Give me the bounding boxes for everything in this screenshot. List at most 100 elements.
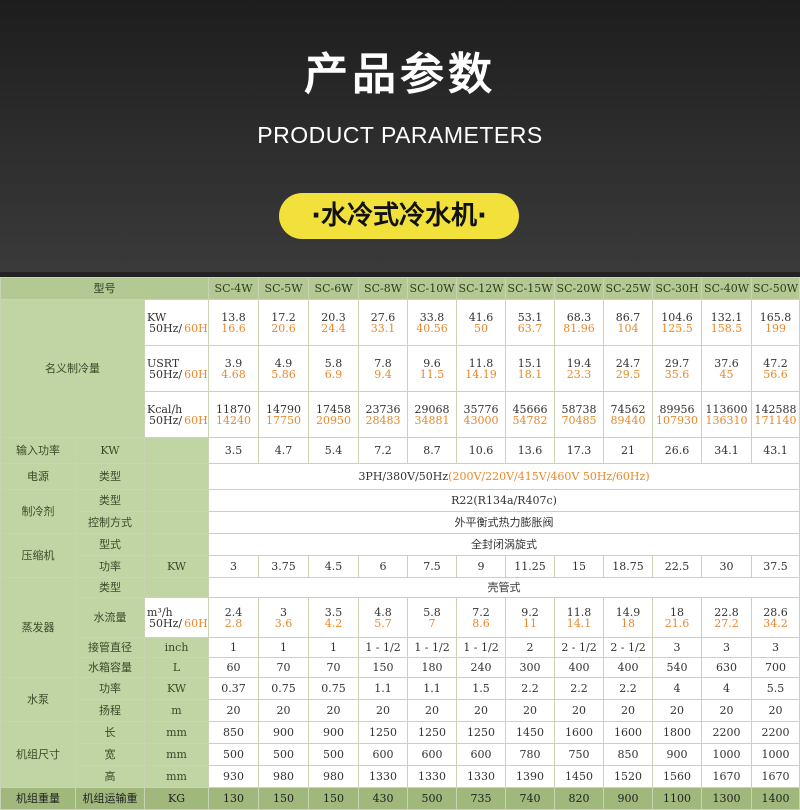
value-60hz: 89440: [610, 413, 646, 427]
control-label: 控制方式: [75, 511, 145, 534]
value-60hz: 33.1: [370, 321, 396, 335]
value-cell: 8.7: [407, 437, 458, 464]
value-50hz: 89956: [659, 402, 695, 416]
value-50hz: 41.6: [468, 310, 494, 324]
value-cell: 2.2: [505, 677, 556, 700]
value-60hz: 40.56: [416, 321, 448, 335]
value-cell: 18.75: [603, 555, 654, 578]
value-50hz: 5.8: [324, 356, 343, 370]
refrigerant-type-row: 制冷剂 类型 R22(R134a/R407c): [0, 489, 800, 534]
model-name: SC-50W: [751, 277, 800, 300]
unit-cell: m³/h50Hz/60Hz: [143, 597, 210, 638]
value-50hz: 165.8: [759, 310, 792, 324]
value-pair: 22.8 27.2: [703, 607, 751, 629]
value-cell: 142588 171140: [751, 391, 800, 438]
value-50hz: 7.8: [374, 356, 392, 370]
value-cell: 132.1 158.5: [701, 299, 753, 346]
value-60hz: 50: [474, 321, 489, 335]
model-name: SC-12W: [456, 277, 507, 300]
value-cell: 735: [456, 787, 507, 810]
value-pair: 3.9 4.68: [210, 358, 258, 381]
value-cell: 1250: [456, 721, 507, 744]
value-cell: 500: [308, 743, 360, 766]
value-cell: 70: [258, 657, 310, 678]
value-pair: 104.6 125.5: [654, 310, 701, 335]
value-50hz: 45666: [512, 402, 548, 416]
value-50hz: 23736: [365, 402, 401, 416]
value-cell: 750: [554, 743, 605, 766]
value-pair: 28.6 34.2: [753, 607, 799, 630]
model-label: 型号: [0, 277, 210, 300]
value-50hz: 142588: [754, 402, 797, 416]
value-cell: 20: [407, 699, 458, 722]
model-name: SC-20W: [554, 277, 605, 300]
unit-cell: [143, 463, 210, 490]
unit-label: KW: [147, 310, 167, 324]
value-cell: 3.9 4.68: [208, 345, 260, 392]
value-50hz: 104.6: [661, 310, 693, 324]
value-60hz: 34.2: [763, 616, 788, 630]
value-60hz: 56.6: [763, 367, 788, 381]
value-cell: 2.4 2.8: [208, 597, 260, 638]
value-cell: 540: [652, 657, 703, 678]
value-60hz: 125.5: [661, 321, 693, 335]
value-cell: 1450: [505, 721, 556, 744]
value-pair: 29.7 35.6: [654, 358, 701, 380]
value-cell: 2200: [751, 721, 800, 744]
value-cell: 4.8 5.7: [358, 597, 409, 638]
value-cell: 60: [208, 657, 260, 678]
value-cell: 5.8 6.9: [308, 345, 360, 392]
value-cell: 740: [505, 787, 556, 810]
unit-hz: 50Hz/60Hz: [146, 415, 208, 426]
value-cell: 630: [701, 657, 753, 678]
value-pair: 27.6 33.1: [360, 312, 407, 335]
unit-hz-50: 50Hz/: [149, 367, 183, 381]
type-label: 类型: [75, 489, 145, 512]
value-60hz: 8.6: [472, 616, 490, 630]
value-cell: 11.8 14.1: [554, 597, 605, 638]
value-50hz: 14.9: [615, 605, 641, 619]
value-cell: 53.1 63.7: [505, 299, 556, 346]
value-pair: 113600 136310: [703, 404, 751, 426]
value-pair: 68.3 81.96: [556, 312, 603, 334]
value-pair: 45666 54782: [507, 402, 554, 427]
power-supply-alt: (200V/220V/415V/460V 50Hz/60Hz): [448, 470, 650, 483]
weight-label: 机组重量: [0, 787, 76, 810]
weight-row: 机组重量 机组运输重 KG 130 150 150 430 500 735 740 820 900 11…: [0, 787, 800, 810]
value-60hz: 171140: [754, 413, 797, 427]
power-supply-main: 3PH/380V/50Hz: [358, 470, 449, 483]
value-60hz: 158.5: [710, 321, 743, 335]
model-name: SC-6W: [308, 277, 360, 300]
power-supply-row: 电源 类型 3PH/380V/50Hz(200V/220V/415V/460V 50…: [0, 463, 800, 490]
value-cell: 4: [701, 677, 753, 700]
unit-cell: KW50Hz/60Hz: [143, 299, 210, 346]
value-cell: 22.8 27.2: [701, 597, 753, 638]
value-50hz: 74562: [610, 402, 646, 416]
value-cell: 89956 107930: [652, 391, 703, 438]
value-50hz: 47.2: [763, 356, 788, 370]
value-60hz: 54782: [512, 413, 548, 427]
value-cell: 1450: [554, 765, 605, 788]
unit-cell: USRT50Hz/60Hz: [143, 345, 210, 392]
value-pair: 13.8 16.6: [210, 312, 258, 334]
value-cell: 1100: [652, 787, 703, 810]
value-cell: 14.9 18: [603, 597, 654, 638]
value-60hz: 4.68: [221, 367, 246, 381]
value-cell: 2 - 1/2: [603, 637, 654, 658]
value-pair: 5.8 6.9: [310, 356, 358, 380]
unit-pair: m³/h50Hz/60Hz: [146, 607, 208, 629]
value-pair: 37.6 45: [703, 358, 751, 380]
value-cell: 2.2: [603, 677, 654, 700]
value-cell: 20: [358, 699, 409, 722]
value-cell: 1670: [751, 765, 800, 788]
value-cell: 15: [554, 555, 605, 578]
unit-cell: [143, 511, 210, 534]
value-60hz: 4.2: [324, 616, 343, 630]
unit-cell: KW: [75, 437, 145, 464]
value-cell: 820: [554, 787, 605, 810]
rated-cooling-label: 名义制冷量: [0, 299, 145, 438]
model-header-row: 型号 SC-4W SC-5W SC-6W SC-8W SC-10W SC-12W SC-15W…: [0, 277, 800, 300]
unit-pair: Kcal/h50Hz/60Hz: [146, 404, 208, 426]
value-pair: 3 3.6: [260, 607, 308, 629]
value-pair: 23736 28483: [360, 402, 407, 426]
